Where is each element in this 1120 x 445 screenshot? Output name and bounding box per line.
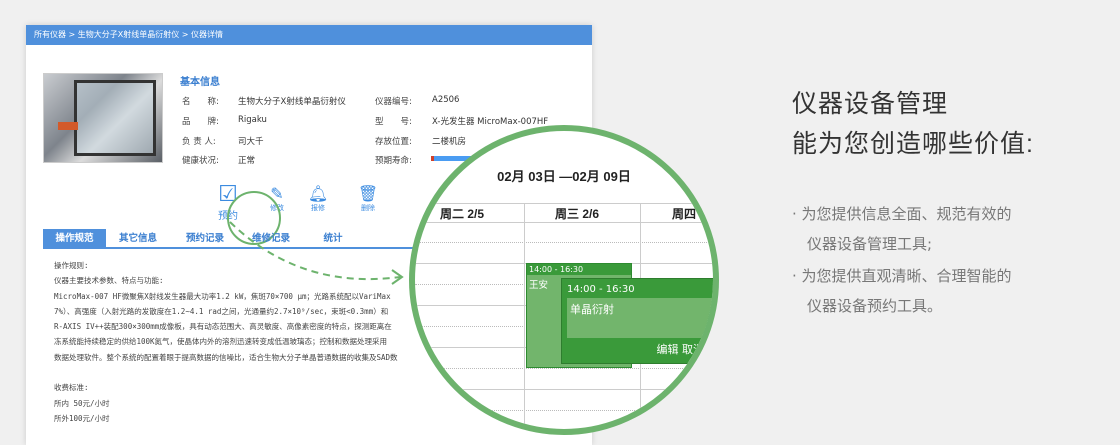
event-title: 单晶衍射 — [567, 298, 713, 338]
day-header: 周三 2/6 — [555, 207, 600, 221]
promo-bullet: · 为您提供信息全面、规范有效的 — [792, 205, 1012, 223]
promo-bullet: · 为您提供直观清晰、合理智能的 — [792, 267, 1012, 285]
day-header: 周四 — [672, 207, 697, 221]
reservation-event-popup[interactable]: 14:00 - 16:30 单晶衍射 编辑 取消 — [561, 278, 713, 364]
promo-subtitle: 能为您创造哪些价值: — [792, 130, 1034, 158]
day-header: 周二 2/5 — [440, 207, 485, 221]
promo-bullet: 仪器设备管理工具; — [792, 235, 933, 253]
event-time: 14:00 - 16:30 — [567, 284, 635, 295]
calendar-range: 02月 03日 —02月 09日 — [497, 169, 631, 184]
calendar-magnifier: 02月 03日 —02月 09日 周二 2/5 周三 2/6 周四 14:00 … — [409, 125, 719, 435]
event-cancel-button[interactable]: 取消 — [682, 343, 704, 356]
promo-bullet: 仪器设备预约工具。 — [792, 297, 943, 315]
promo-title: 仪器设备管理 — [792, 90, 949, 118]
event-time: 14:00 - 16:30 — [527, 264, 631, 275]
event-edit-button[interactable]: 编辑 — [657, 343, 679, 356]
